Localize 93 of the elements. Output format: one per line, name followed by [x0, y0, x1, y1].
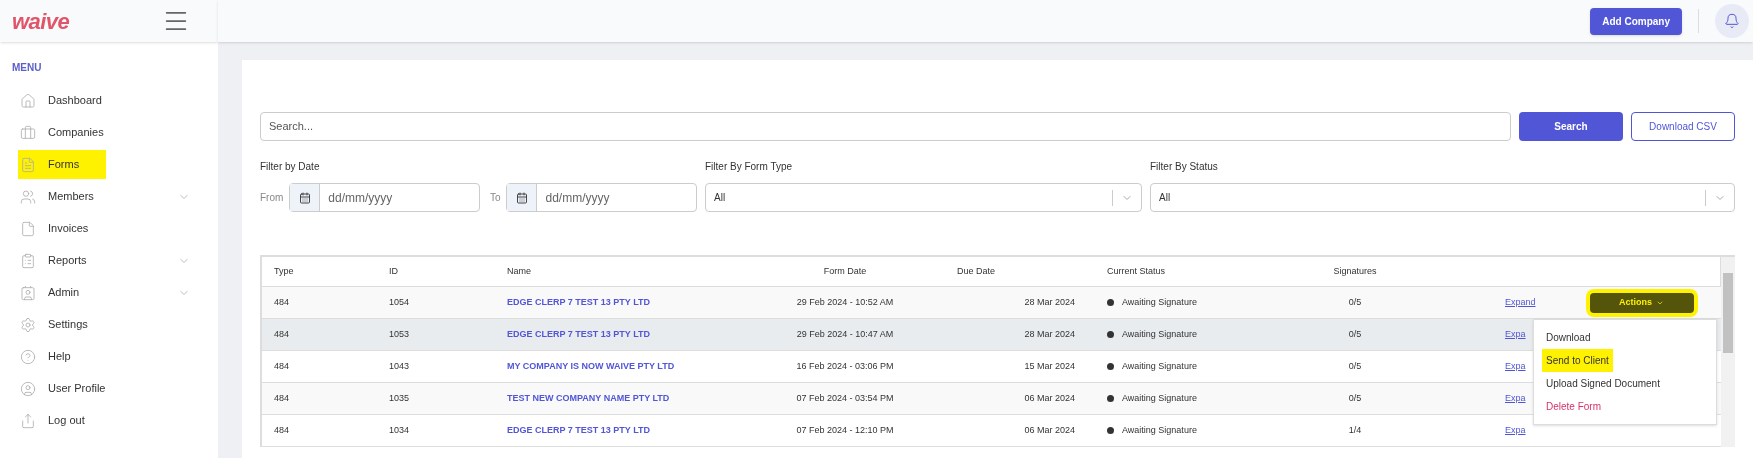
table-cell-text: 15 Mar 2024 — [1023, 359, 1076, 373]
column-header: Form Date — [822, 264, 868, 278]
form-name-link[interactable]: EDGE CLERP 7 TEST 13 PTY LTD — [495, 295, 745, 310]
column-header: Type — [273, 264, 295, 278]
add-company-button[interactable]: Add Company — [1590, 7, 1682, 35]
table-cell-text: 06 Mar 2024 — [1023, 391, 1076, 405]
table-cell-text: 28 Mar 2024 — [1023, 295, 1076, 309]
status-text: Awaiting Signature — [1122, 359, 1197, 373]
filter-label: Filter By Status — [1150, 160, 1219, 174]
settings-icon — [20, 316, 36, 333]
table-cell-text: 0/5 — [1347, 295, 1363, 309]
menu-item[interactable]: Download — [1546, 330, 1591, 345]
status-text: Awaiting Signature — [1122, 423, 1197, 437]
home-icon — [20, 92, 36, 109]
form-name-link[interactable]: MY COMPANY IS NOW WAIVE PTY LTD — [495, 359, 745, 374]
logout-icon — [20, 412, 36, 429]
table-cell-text: 1/4 — [1347, 423, 1363, 437]
clipboard-icon — [20, 252, 36, 269]
form-name-link[interactable]: TEST NEW COMPANY NAME PTY LTD — [495, 391, 745, 406]
status-text: Awaiting Signature — [1122, 391, 1197, 405]
date-field[interactable]: dd/mm/yyyy — [506, 183, 697, 212]
table-cell-text: 1043 — [388, 359, 411, 373]
table-cell-text: 28 Mar 2024 — [1023, 327, 1076, 341]
id-card-icon — [20, 284, 36, 301]
from-label: From — [260, 191, 284, 205]
table-cell-text: 484 — [273, 327, 291, 341]
sidebar-item[interactable]: Settings — [20, 310, 190, 339]
expand-link[interactable]: Expand — [1505, 295, 1536, 310]
filter-label: Filter By Form Type — [705, 160, 794, 174]
form-name-link[interactable]: EDGE CLERP 7 TEST 13 PTY LTD — [495, 423, 745, 438]
download-csv-button[interactable]: Download CSV — [1631, 112, 1735, 141]
table-cell-text: 29 Feb 2024 - 10:52 AM — [795, 295, 895, 309]
menu-item[interactable]: Upload Signed Document — [1546, 376, 1660, 391]
form-name-link[interactable]: EDGE CLERP 7 TEST 13 PTY LTD — [495, 327, 745, 342]
table-cell-text: 07 Feb 2024 - 12:10 PM — [795, 423, 895, 437]
bell-icon — [1724, 13, 1740, 29]
expand-link[interactable]: Expa — [1505, 423, 1526, 438]
table-cell-text: 1054 — [388, 295, 411, 309]
table-cell-text: 484 — [273, 423, 291, 437]
document-icon — [20, 156, 36, 173]
sidebar-item[interactable]: Companies — [20, 118, 190, 147]
column-header: Due Date — [956, 264, 997, 278]
menu-item[interactable]: Send to Client — [1542, 349, 1613, 372]
sidebar-item[interactable]: Help — [20, 342, 190, 371]
table-cell-text: 06 Mar 2024 — [1023, 423, 1076, 437]
status-text: Awaiting Signature — [1122, 295, 1197, 309]
table-cell-text: 0/5 — [1347, 359, 1363, 373]
table-cell-text: 1053 — [388, 327, 411, 341]
column-header: Current Status — [1106, 264, 1167, 278]
column-header: ID — [388, 264, 399, 278]
sidebar-item[interactable]: Members — [20, 182, 190, 211]
column-header: Signatures — [1332, 264, 1378, 278]
users-icon — [20, 188, 36, 205]
calendar-icon — [515, 191, 528, 204]
filter-label: Filter by Date — [260, 160, 321, 174]
user-icon — [20, 380, 36, 397]
help-icon — [20, 348, 36, 365]
search-field[interactable]: Search... — [260, 112, 1511, 141]
briefcase-icon — [20, 124, 36, 141]
to-label: To — [489, 191, 501, 205]
form-type-select[interactable]: All — [705, 183, 1142, 212]
logo: waive — [12, 7, 70, 36]
sidebar-item[interactable]: User Profile — [20, 374, 190, 403]
table-cell-text: 07 Feb 2024 - 03:54 PM — [795, 391, 895, 405]
sidebar-item[interactable]: Reports — [20, 246, 190, 275]
expand-link[interactable]: Expa — [1505, 391, 1526, 406]
expand-link[interactable]: Expa — [1505, 359, 1526, 374]
sidebar-item[interactable]: Dashboard — [20, 86, 190, 115]
table-cell-text: 0/5 — [1347, 391, 1363, 405]
notification-button[interactable] — [1715, 4, 1749, 38]
table-cell-text: 1035 — [388, 391, 411, 405]
column-header: Name — [506, 264, 532, 278]
table-cell-text: 484 — [273, 295, 291, 309]
table-cell-text: 1034 — [388, 423, 411, 437]
table-cell-text: 0/5 — [1347, 327, 1363, 341]
table-cell-text: 484 — [273, 359, 291, 373]
menu-heading: MENU — [12, 62, 42, 73]
search-button[interactable]: Search — [1519, 112, 1623, 141]
table-cell-text: 16 Feb 2024 - 03:06 PM — [795, 359, 895, 373]
menu-item[interactable]: Delete Form — [1546, 399, 1601, 414]
calendar-icon — [298, 191, 311, 204]
sidebar-item[interactable]: Log out — [20, 406, 190, 435]
table-cell-text: 29 Feb 2024 - 10:47 AM — [795, 327, 895, 341]
expand-link[interactable]: Expa — [1505, 327, 1526, 342]
table-cell-text: 484 — [273, 391, 291, 405]
file-icon — [20, 220, 36, 237]
status-select[interactable]: All — [1150, 183, 1735, 212]
sidebar-item[interactable]: Forms — [18, 150, 106, 179]
sidebar-item[interactable]: Invoices — [20, 214, 190, 243]
scrollbar[interactable] — [1721, 257, 1735, 447]
status-text: Awaiting Signature — [1122, 327, 1197, 341]
date-field[interactable]: dd/mm/yyyy — [289, 183, 480, 212]
sidebar-item[interactable]: Admin — [20, 278, 190, 307]
